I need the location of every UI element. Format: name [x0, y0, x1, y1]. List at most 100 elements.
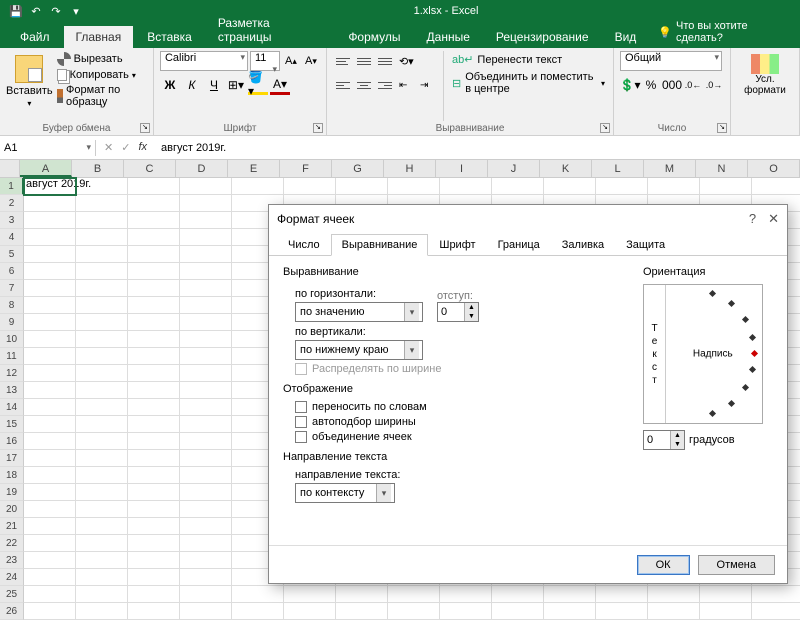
align-center-button[interactable] [354, 75, 374, 95]
percent-button[interactable]: % [641, 75, 661, 95]
comma-button[interactable]: 000 [662, 75, 682, 95]
cell-A10[interactable] [24, 331, 76, 348]
row-header-2[interactable]: 2 [0, 195, 24, 212]
col-header-C[interactable]: C [124, 160, 176, 177]
cell-H1[interactable] [388, 178, 440, 195]
cell-A8[interactable] [24, 297, 76, 314]
row-header-8[interactable]: 8 [0, 297, 24, 314]
cell-D2[interactable] [180, 195, 232, 212]
align-left-button[interactable] [333, 75, 353, 95]
row-header-3[interactable]: 3 [0, 212, 24, 229]
tab-review[interactable]: Рецензирование [484, 26, 601, 48]
fx-icon[interactable]: fx [138, 141, 147, 154]
cell-B9[interactable] [76, 314, 128, 331]
save-icon[interactable]: 💾 [8, 3, 24, 19]
row-header-17[interactable]: 17 [0, 450, 24, 467]
row-header-9[interactable]: 9 [0, 314, 24, 331]
cell-C12[interactable] [128, 365, 180, 382]
cell-E25[interactable] [232, 586, 284, 603]
degree-spinner[interactable]: ▲▼ [643, 430, 685, 450]
cell-D1[interactable] [180, 178, 232, 195]
cell-A16[interactable] [24, 433, 76, 450]
decrease-decimal-button[interactable]: .0→ [704, 75, 724, 95]
cell-D26[interactable] [180, 603, 232, 620]
cell-C8[interactable] [128, 297, 180, 314]
cell-A6[interactable] [24, 263, 76, 280]
row-header-7[interactable]: 7 [0, 280, 24, 297]
cell-C9[interactable] [128, 314, 180, 331]
degree-down-icon[interactable]: ▼ [671, 440, 684, 449]
cell-A21[interactable] [24, 518, 76, 535]
wrap-checkbox[interactable] [295, 401, 307, 413]
orientation-control[interactable]: Текст Надпись [643, 284, 763, 424]
tab-formulas[interactable]: Формулы [336, 26, 412, 48]
row-header-25[interactable]: 25 [0, 586, 24, 603]
cell-C26[interactable] [128, 603, 180, 620]
increase-font-button[interactable]: A▴ [282, 51, 300, 71]
cell-M26[interactable] [648, 603, 700, 620]
cell-C15[interactable] [128, 416, 180, 433]
cell-C7[interactable] [128, 280, 180, 297]
row-header-1[interactable]: 1 [0, 178, 24, 195]
row-header-24[interactable]: 24 [0, 569, 24, 586]
degree-input[interactable] [644, 431, 670, 449]
cell-B15[interactable] [76, 416, 128, 433]
cell-E1[interactable] [232, 178, 284, 195]
cell-A19[interactable] [24, 484, 76, 501]
cell-B13[interactable] [76, 382, 128, 399]
row-header-20[interactable]: 20 [0, 501, 24, 518]
tab-home[interactable]: Главная [64, 26, 134, 48]
italic-button[interactable]: К [182, 75, 202, 95]
dialog-tab-number[interactable]: Число [277, 234, 331, 256]
indent-input[interactable] [438, 303, 464, 321]
cell-D11[interactable] [180, 348, 232, 365]
cell-C20[interactable] [128, 501, 180, 518]
col-header-K[interactable]: K [540, 160, 592, 177]
accounting-format-button[interactable]: 💲▾ [620, 75, 640, 95]
col-header-F[interactable]: F [280, 160, 332, 177]
cell-D7[interactable] [180, 280, 232, 297]
cell-F25[interactable] [284, 586, 336, 603]
cell-A7[interactable] [24, 280, 76, 297]
cell-A20[interactable] [24, 501, 76, 518]
cell-A18[interactable] [24, 467, 76, 484]
row-header-23[interactable]: 23 [0, 552, 24, 569]
row-header-11[interactable]: 11 [0, 348, 24, 365]
alignment-dialog-launcher[interactable]: ↘ [600, 123, 610, 133]
cell-B7[interactable] [76, 280, 128, 297]
select-all-corner[interactable] [0, 160, 20, 177]
cell-B24[interactable] [76, 569, 128, 586]
cell-C2[interactable] [128, 195, 180, 212]
enter-formula-icon[interactable]: ✓ [121, 141, 130, 154]
font-size-select[interactable]: 11 [250, 51, 280, 71]
row-header-18[interactable]: 18 [0, 467, 24, 484]
col-header-H[interactable]: H [384, 160, 436, 177]
col-header-D[interactable]: D [176, 160, 228, 177]
cell-B4[interactable] [76, 229, 128, 246]
cell-D10[interactable] [180, 331, 232, 348]
cell-B19[interactable] [76, 484, 128, 501]
tab-view[interactable]: Вид [603, 26, 649, 48]
degree-up-icon[interactable]: ▲ [671, 431, 684, 440]
cell-C5[interactable] [128, 246, 180, 263]
cell-C17[interactable] [128, 450, 180, 467]
undo-icon[interactable]: ↶ [28, 3, 44, 19]
cell-A2[interactable] [24, 195, 76, 212]
cell-D14[interactable] [180, 399, 232, 416]
cell-H26[interactable] [388, 603, 440, 620]
cell-J25[interactable] [492, 586, 544, 603]
cell-A14[interactable] [24, 399, 76, 416]
indent-up-icon[interactable]: ▲ [465, 303, 478, 312]
cell-A1[interactable]: август 2019г. [24, 178, 76, 195]
align-bottom-button[interactable] [375, 51, 395, 71]
col-header-B[interactable]: B [72, 160, 124, 177]
dialog-tab-protection[interactable]: Защита [615, 234, 676, 256]
cell-D20[interactable] [180, 501, 232, 518]
bold-button[interactable]: Ж [160, 75, 180, 95]
col-header-J[interactable]: J [488, 160, 540, 177]
merge-checkbox-row[interactable]: объединение ячеек [295, 431, 623, 443]
tab-data[interactable]: Данные [415, 26, 482, 48]
cancel-button[interactable]: Отмена [698, 555, 775, 575]
cell-E26[interactable] [232, 603, 284, 620]
row-header-19[interactable]: 19 [0, 484, 24, 501]
